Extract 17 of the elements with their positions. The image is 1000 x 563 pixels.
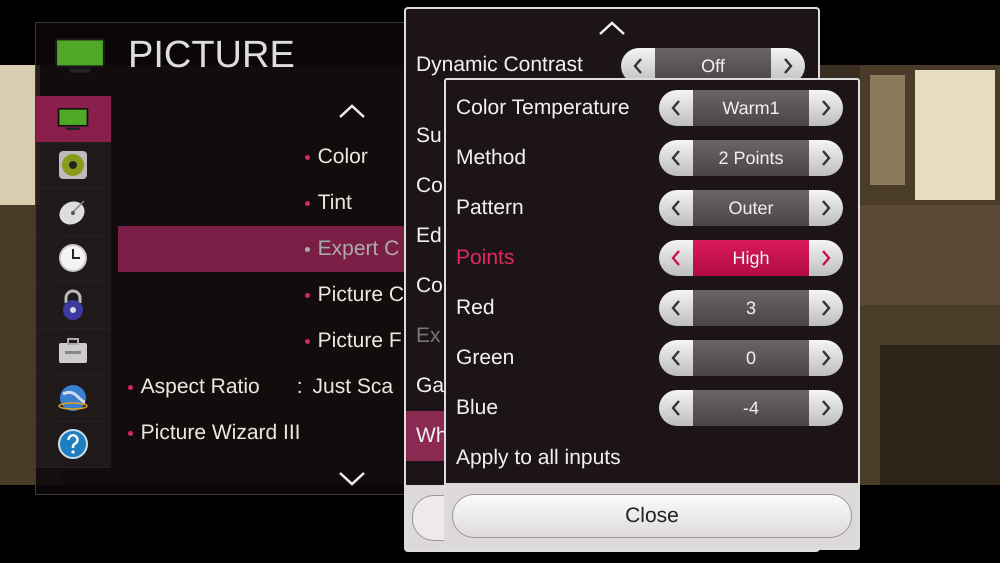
- option-value: -4: [693, 390, 809, 426]
- menu-title: PICTURE: [128, 34, 295, 77]
- option-label: Color Temperature: [456, 96, 630, 120]
- separator: :: [296, 375, 303, 399]
- option-value: Warm1: [693, 90, 809, 126]
- option-value: 0: [693, 340, 809, 376]
- option-label: Points: [456, 246, 514, 270]
- option-value: High: [693, 240, 809, 276]
- option-value: Outer: [693, 190, 809, 226]
- option-label: Blue: [456, 396, 498, 420]
- option-label: Red: [456, 296, 495, 320]
- option-value: 3: [693, 290, 809, 326]
- option-label: Method: [456, 146, 526, 170]
- option-value: 2 Points: [693, 140, 809, 176]
- item-value: Just Sca: [312, 375, 394, 399]
- option-label: Pattern: [456, 196, 524, 220]
- option-label: Green: [456, 346, 514, 370]
